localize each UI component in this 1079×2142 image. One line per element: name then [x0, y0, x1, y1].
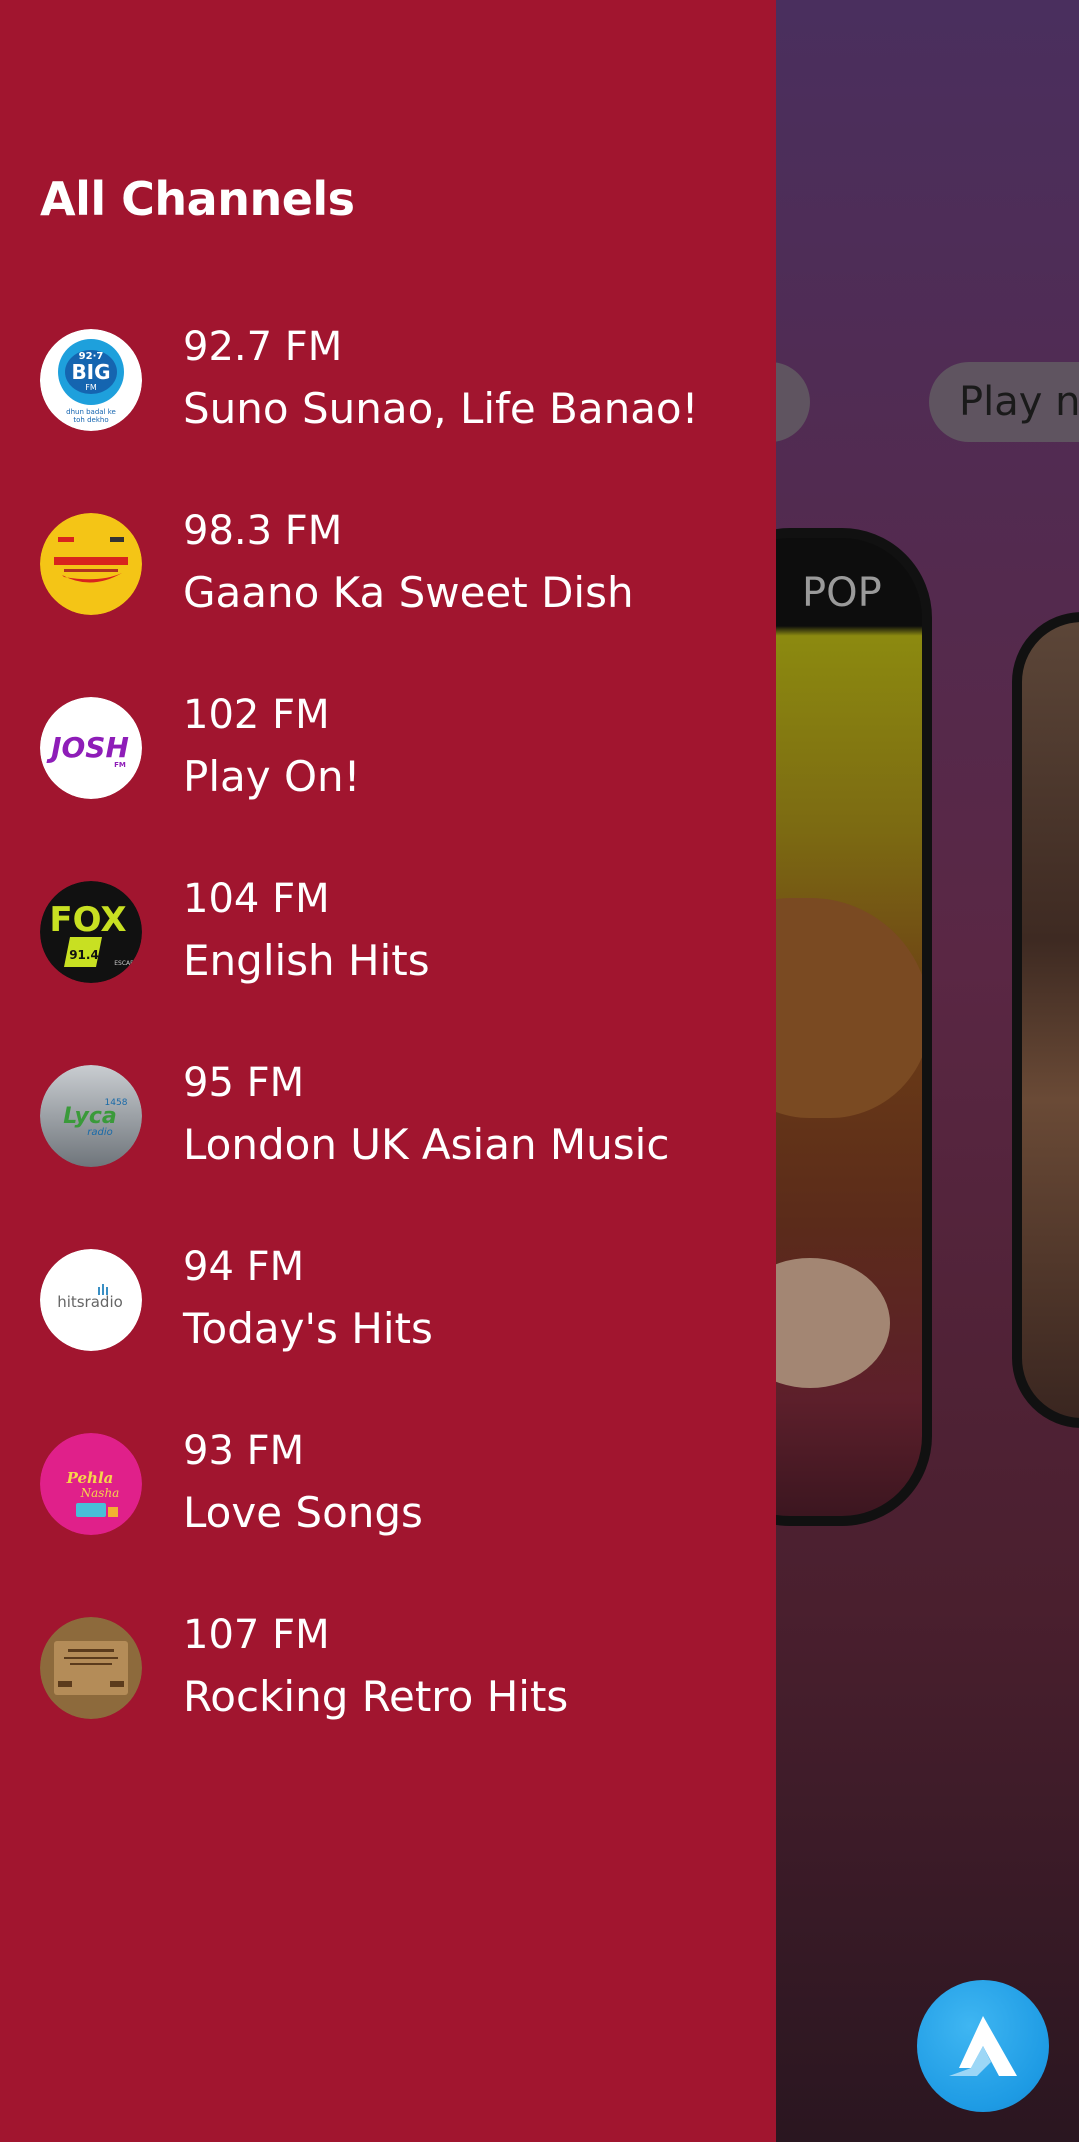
- svg-text:Pehla: Pehla: [66, 1469, 114, 1487]
- channel-item-radio-mirchi[interactable]: 98.3 FM Gaano Ka Sweet Dish: [0, 502, 776, 686]
- artist-card[interactable]: [1012, 612, 1079, 1428]
- svg-text:hitsradio: hitsradio: [57, 1293, 123, 1311]
- channel-frequency: 92.7 FM: [183, 324, 343, 370]
- drawer-title: All Channels: [40, 172, 355, 226]
- channel-item-josh-fm[interactable]: JOSH FM 102 FM Play On!: [0, 686, 776, 870]
- play-now-chip[interactable]: Play n: [929, 362, 1079, 442]
- channel-item-pehla-nasha[interactable]: Pehla Nasha 93 FM Love Songs: [0, 1422, 776, 1606]
- svg-text:BIG: BIG: [71, 360, 110, 384]
- card-genre-label: POP: [802, 570, 882, 616]
- channel-tagline: Suno Sunao, Life Banao!: [183, 384, 699, 433]
- channel-list: 92·7 BIG FM dhun badal ke toh dekho 92.7…: [0, 318, 776, 1790]
- channel-tagline: English Hits: [183, 936, 430, 985]
- app-logo-icon: [949, 2016, 1017, 2076]
- navigation-drawer: All Channels 92·7 BIG FM dhun badal ke t…: [0, 0, 776, 2142]
- channel-tagline: Gaano Ka Sweet Dish: [183, 568, 634, 617]
- svg-text:91.4: 91.4: [69, 948, 99, 962]
- svg-text:1458: 1458: [105, 1098, 128, 1108]
- channel-item-hits-radio[interactable]: hitsradio 94 FM Today's Hits: [0, 1238, 776, 1422]
- channel-frequency: 94 FM: [183, 1244, 305, 1290]
- svg-text:dhun badal ke: dhun badal ke: [66, 408, 116, 416]
- channel-tagline: Today's Hits: [183, 1304, 433, 1353]
- radio-mirchi-logo-icon: [40, 513, 142, 615]
- retro-radio-logo-icon: [40, 1617, 142, 1719]
- svg-text:Nasha: Nasha: [80, 1486, 120, 1500]
- channel-tagline: Rocking Retro Hits: [183, 1672, 569, 1721]
- fox-fm-logo-icon: FOX 91.4 ESCAP: [40, 881, 142, 983]
- svg-text:JOSH: JOSH: [46, 731, 129, 764]
- channel-tagline: Play On!: [183, 752, 361, 801]
- svg-text:ESCAP: ESCAP: [114, 960, 134, 967]
- svg-text:FM: FM: [85, 383, 97, 392]
- lyca-radio-logo-icon: Lyca 1458 radio: [40, 1065, 142, 1167]
- svg-text:FM: FM: [114, 761, 126, 769]
- channel-item-retro-radio[interactable]: 107 FM Rocking Retro Hits: [0, 1606, 776, 1790]
- channel-frequency: 98.3 FM: [183, 508, 343, 554]
- svg-text:toh dekho: toh dekho: [73, 416, 108, 424]
- channel-frequency: 107 FM: [183, 1612, 330, 1658]
- channel-tagline: Love Songs: [183, 1488, 423, 1537]
- channel-frequency: 102 FM: [183, 692, 330, 738]
- svg-text:radio: radio: [87, 1127, 112, 1138]
- app-screen: Play n POP All Channels 92·7 BIG FM dhun…: [0, 0, 1079, 2142]
- svg-text:FOX: FOX: [49, 900, 126, 940]
- pehla-nasha-logo-icon: Pehla Nasha: [40, 1433, 142, 1535]
- channel-frequency: 104 FM: [183, 876, 330, 922]
- channel-tagline: London UK Asian Music: [183, 1120, 670, 1169]
- channel-item-lyca-radio[interactable]: Lyca 1458 radio 95 FM London UK Asian Mu…: [0, 1054, 776, 1238]
- hits-radio-logo-icon: hitsradio: [40, 1249, 142, 1351]
- josh-fm-logo-icon: JOSH FM: [40, 697, 142, 799]
- channel-frequency: 93 FM: [183, 1428, 305, 1474]
- channel-frequency: 95 FM: [183, 1060, 305, 1106]
- channel-item-fox-fm[interactable]: FOX 91.4 ESCAP 104 FM English Hits: [0, 870, 776, 1054]
- big-fm-logo-icon: 92·7 BIG FM dhun badal ke toh dekho: [40, 329, 142, 431]
- channel-item-big-fm[interactable]: 92·7 BIG FM dhun badal ke toh dekho 92.7…: [0, 318, 776, 502]
- floating-app-button[interactable]: [917, 1980, 1049, 2112]
